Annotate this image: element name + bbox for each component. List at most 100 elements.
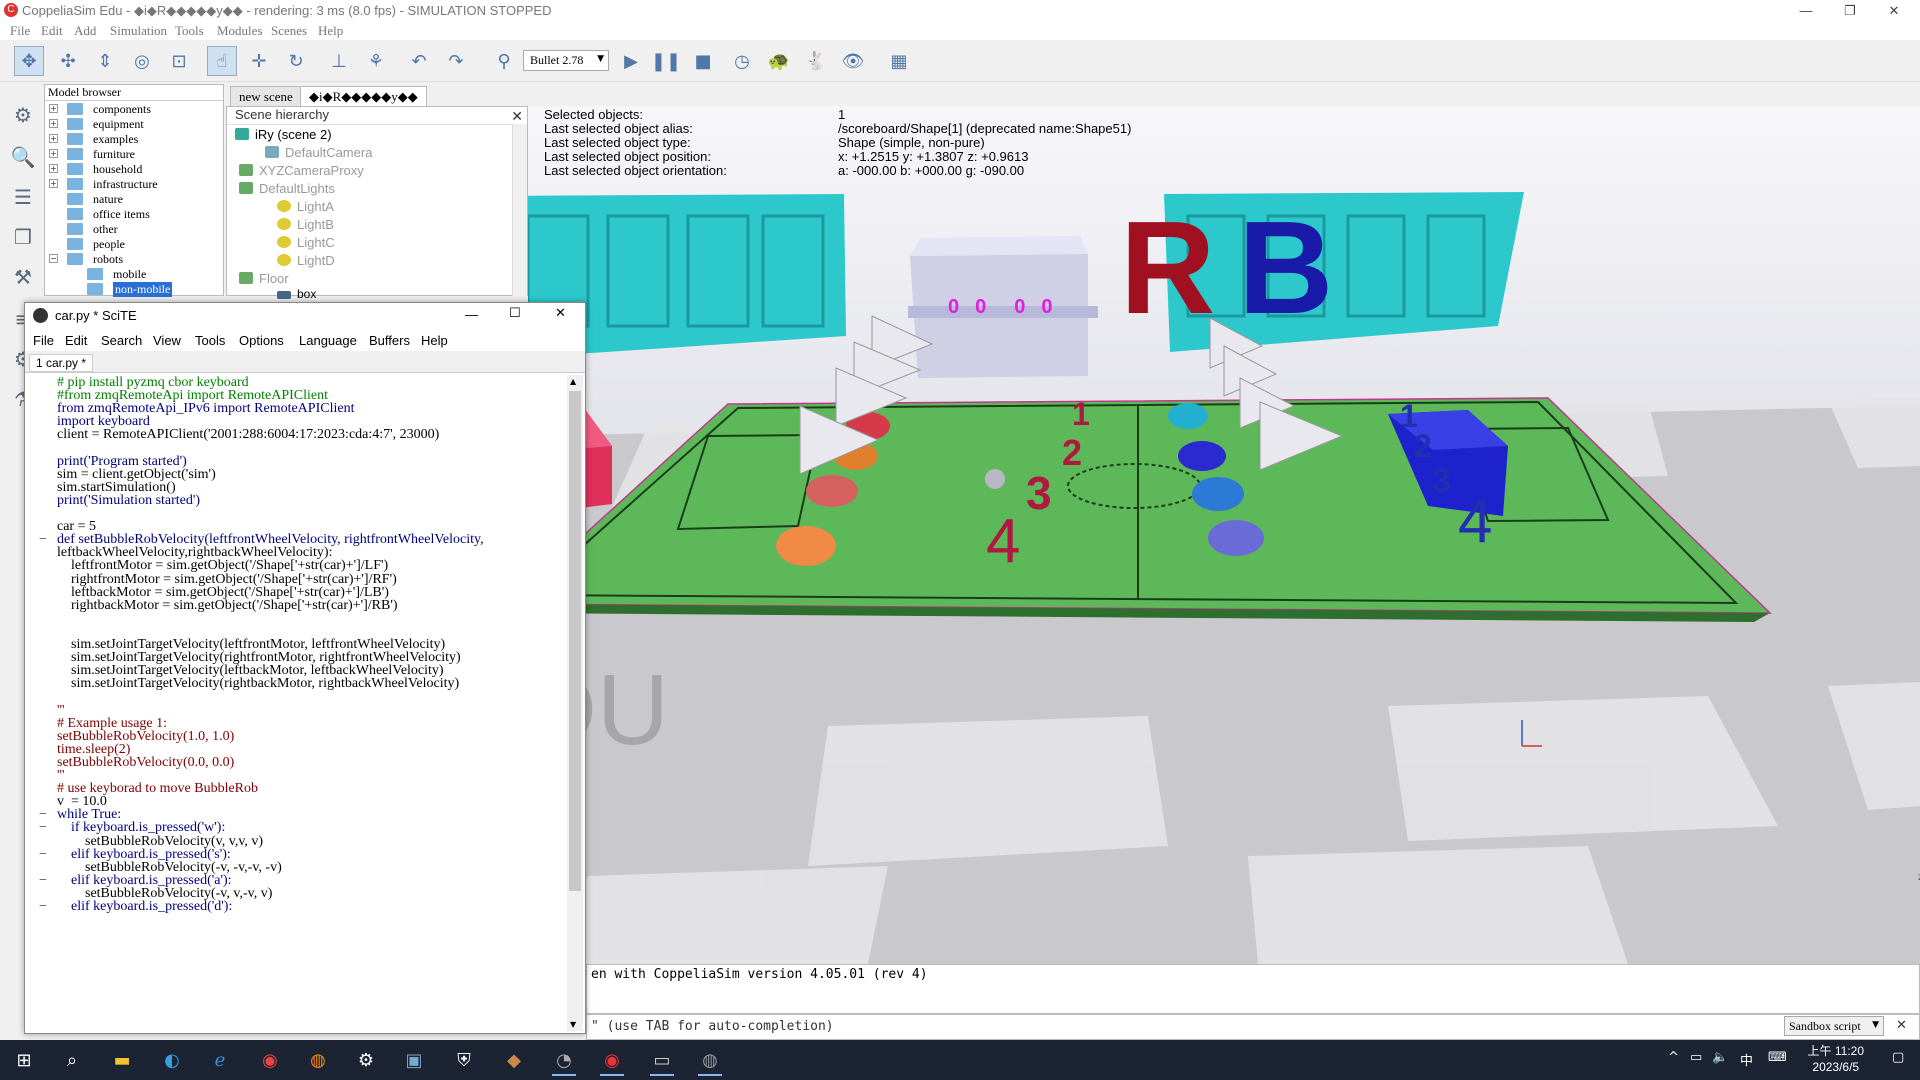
hierarchy-item-lightb[interactable]: LightB <box>277 217 334 232</box>
keyboard-icon[interactable]: ⌨ <box>1768 1050 1787 1065</box>
faster-icon[interactable]: 🐇 <box>801 46 831 76</box>
hierarchy-item-box[interactable]: box <box>277 287 316 301</box>
click-selection-icon[interactable]: ☝ <box>207 46 237 76</box>
camera-shift-icon[interactable]: ⇕ <box>90 46 120 76</box>
code-editor[interactable]: # pip install pyzmq cbor keyboard #from z… <box>25 373 565 1033</box>
fold-marker[interactable]: − <box>39 899 47 915</box>
app-icon[interactable]: ◔ <box>544 1044 584 1076</box>
fit-to-view-icon[interactable]: ⊡ <box>164 46 194 76</box>
camera-angle-icon[interactable]: ◎ <box>127 46 157 76</box>
transfer-dna-icon[interactable]: ⚘ <box>361 46 391 76</box>
hierarchy-item-lightd[interactable]: LightD <box>277 253 335 268</box>
scite-minimize-button[interactable]: — <box>465 307 478 322</box>
expand-icon[interactable]: + <box>49 149 58 158</box>
menu-simulation[interactable]: Simulation <box>110 23 167 39</box>
close-button[interactable]: ✕ <box>1874 0 1914 22</box>
script-mode-select[interactable]: Sandbox script ▼ <box>1784 1016 1884 1036</box>
scroll-down-icon[interactable]: ▼ <box>570 1020 576 1029</box>
assemble-icon[interactable]: ⊥ <box>324 46 354 76</box>
scene-viewport[interactable]: EDU R B 0000 1 2 3 4 1 2 3 4 z <box>528 106 1920 964</box>
scroll-up-icon[interactable]: ▲ <box>570 377 576 386</box>
system-clock[interactable]: 上午 11:20 2023/6/5 <box>1808 1043 1864 1075</box>
start-simulation-icon[interactable]: ▶ <box>616 46 646 76</box>
scrollbar-thumb[interactable] <box>569 391 581 891</box>
menu-scenes[interactable]: Scenes <box>271 23 307 39</box>
firefox-icon[interactable]: ◍ <box>298 1044 338 1076</box>
coppeliasim-taskbar-icon[interactable]: ◉ <box>592 1044 632 1076</box>
menu-modules[interactable]: Modules <box>217 23 263 39</box>
camera-rotate-icon[interactable]: ✣ <box>53 46 83 76</box>
hierarchy-item-floor[interactable]: Floor <box>239 271 289 286</box>
hierarchy-scrollbar[interactable] <box>512 124 527 296</box>
object-shift-icon[interactable]: ✛ <box>244 46 274 76</box>
tray-expand-icon[interactable]: ^ <box>1668 1050 1679 1065</box>
volume-icon[interactable]: 🔈 <box>1712 1050 1728 1065</box>
scite-menu-view[interactable]: View <box>153 333 181 348</box>
calculation-modules-icon[interactable]: ⚒ <box>8 262 38 292</box>
redo-icon[interactable]: ↷ <box>441 46 471 76</box>
visualization-toggle-icon[interactable]: 👁 <box>838 46 868 76</box>
hierarchy-item-defaultcamera[interactable]: DefaultCamera <box>265 145 372 160</box>
file-explorer-icon[interactable]: ▬ <box>102 1044 142 1076</box>
camera-pan-icon[interactable]: ✥ <box>14 46 44 76</box>
app-icon[interactable]: ◆ <box>494 1044 534 1076</box>
search-icon[interactable]: ⌕ <box>52 1044 92 1076</box>
close-icon[interactable]: ✕ <box>511 108 523 125</box>
scite-menu-edit[interactable]: Edit <box>65 333 87 348</box>
slower-icon[interactable]: 🐢 <box>764 46 794 76</box>
expand-icon[interactable]: + <box>49 104 58 113</box>
scite-menu-help[interactable]: Help <box>421 333 448 348</box>
stop-simulation-icon[interactable]: ■ <box>688 46 718 76</box>
console-close-icon[interactable]: ✕ <box>1896 1018 1907 1033</box>
menu-file[interactable]: File <box>10 23 30 39</box>
scite-menu-search[interactable]: Search <box>101 333 142 348</box>
expand-icon[interactable]: + <box>49 179 58 188</box>
notifications-icon[interactable]: ▢ <box>1892 1050 1904 1065</box>
security-icon[interactable]: ⛨ <box>444 1044 484 1076</box>
scite-menu-tools[interactable]: Tools <box>195 333 225 348</box>
menu-tools[interactable]: Tools <box>175 23 204 39</box>
model-browser-icon[interactable]: 🔍 <box>8 142 38 172</box>
network-app-icon[interactable]: ▣ <box>394 1044 434 1076</box>
terminal-icon[interactable]: ▭ <box>642 1044 682 1076</box>
chrome-icon[interactable]: ◉ <box>250 1044 290 1076</box>
dynamics-icon[interactable]: ⚲ <box>489 46 519 76</box>
menu-help[interactable]: Help <box>318 23 343 39</box>
menu-add[interactable]: Add <box>74 23 96 39</box>
simulation-settings-icon[interactable]: ⚙ <box>8 100 38 130</box>
pause-simulation-icon[interactable]: ❚❚ <box>651 46 681 76</box>
network-icon[interactable]: ▭ <box>1690 1050 1702 1065</box>
scene-hierarchy-icon[interactable]: ☰ <box>8 182 38 212</box>
collapse-icon[interactable]: − <box>49 254 58 263</box>
object-properties-icon[interactable]: ❐ <box>8 222 38 252</box>
start-icon[interactable]: ⊞ <box>4 1044 44 1076</box>
hierarchy-item-lighta[interactable]: LightA <box>277 199 334 214</box>
settings-icon[interactable]: ⚙ <box>346 1044 386 1076</box>
restore-button[interactable]: ❐ <box>1830 0 1870 22</box>
hierarchy-item-xyzcameraproxy[interactable]: XYZCameraProxy <box>239 163 364 178</box>
command-input[interactable]: " (use TAB for auto-completion) <box>586 1014 1920 1040</box>
scite-menu-file[interactable]: File <box>33 333 54 348</box>
menu-edit[interactable]: Edit <box>41 23 63 39</box>
tab-new-scene[interactable]: new scene <box>230 86 302 106</box>
object-rotate-icon[interactable]: ↻ <box>281 46 311 76</box>
scite-menu-buffers[interactable]: Buffers <box>369 333 410 348</box>
tab-current-scene[interactable]: ◆i◆R◆◆◆◆◆y◆◆ <box>300 86 427 106</box>
edge-icon[interactable]: ◐ <box>152 1044 192 1076</box>
expand-icon[interactable]: + <box>49 164 58 173</box>
hierarchy-item-scene[interactable]: iRy (scene 2) <box>235 127 332 142</box>
scite-taskbar-icon[interactable]: ◍ <box>690 1044 730 1076</box>
physics-engine-select[interactable]: Bullet 2.78 ▼ <box>523 50 609 71</box>
scite-menu-options[interactable]: Options <box>239 333 284 348</box>
page-selector-icon[interactable]: ▦ <box>884 46 914 76</box>
hierarchy-item-lightc[interactable]: LightC <box>277 235 335 250</box>
ime-indicator[interactable]: 中 <box>1740 1050 1753 1069</box>
hierarchy-item-defaultlights[interactable]: DefaultLights <box>239 181 335 196</box>
internet-explorer-icon[interactable]: ℯ <box>200 1044 240 1076</box>
undo-icon[interactable]: ↶ <box>404 46 434 76</box>
expand-icon[interactable]: + <box>49 134 58 143</box>
code-scrollbar[interactable]: ▲ ▼ <box>567 375 583 1031</box>
minimize-button[interactable]: — <box>1786 0 1826 22</box>
real-time-icon[interactable]: ◷ <box>727 46 757 76</box>
scite-menu-language[interactable]: Language <box>299 333 357 348</box>
